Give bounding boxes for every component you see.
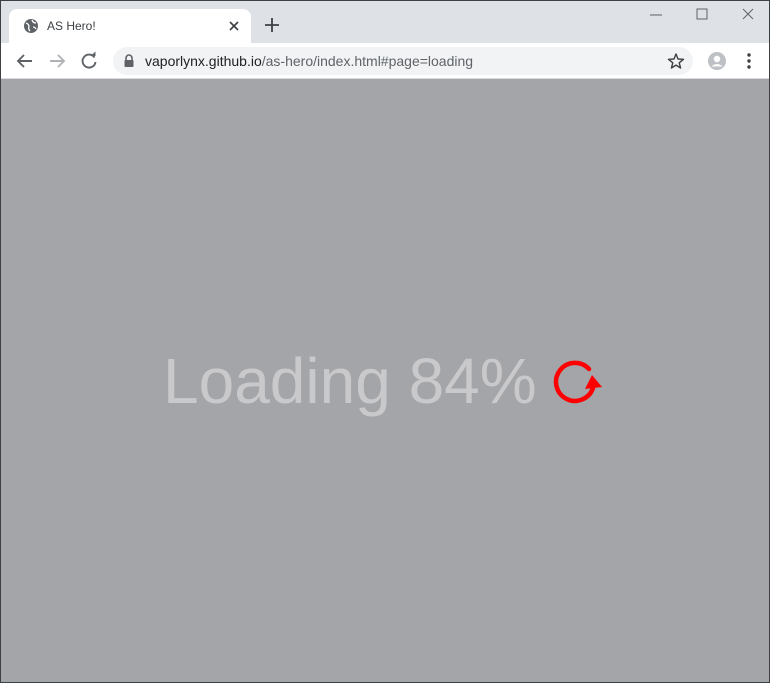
back-arrow-icon[interactable]	[15, 51, 35, 71]
globe-icon	[24, 19, 38, 33]
browser-tab[interactable]: AS Hero!	[9, 9, 251, 43]
lock-icon	[124, 54, 134, 67]
page-viewport: Loading 84%	[1, 79, 769, 682]
tab-title: AS Hero!	[47, 19, 96, 33]
maximize-icon[interactable]	[693, 5, 711, 23]
address-bar[interactable]: vaporlynx.github.io/as-hero/index.html#p…	[113, 47, 693, 75]
profile-avatar-icon[interactable]	[707, 51, 727, 71]
browser-toolbar: vaporlynx.github.io/as-hero/index.html#p…	[1, 43, 769, 79]
minimize-icon[interactable]	[647, 5, 665, 23]
url-text: vaporlynx.github.io/as-hero/index.html#p…	[145, 53, 473, 69]
loading-text: Loading 84%	[163, 345, 537, 417]
close-tab-icon[interactable]	[226, 18, 242, 34]
tab-strip: AS Hero!	[1, 1, 769, 43]
bookmark-star-icon[interactable]	[667, 52, 685, 70]
loading-spinner-icon	[553, 360, 602, 404]
url-path: /as-hero/index.html#page=loading	[261, 53, 474, 69]
forward-arrow-icon[interactable]	[47, 51, 67, 71]
close-window-icon[interactable]	[739, 5, 757, 23]
reload-icon[interactable]	[79, 51, 99, 71]
more-menu-icon[interactable]	[739, 51, 759, 71]
new-tab-plus-icon[interactable]	[263, 16, 281, 34]
url-host: vaporlynx.github.io	[145, 53, 262, 69]
browser-window: AS Hero! vaporlynx.github.io/as-hero/ind…	[0, 0, 770, 683]
